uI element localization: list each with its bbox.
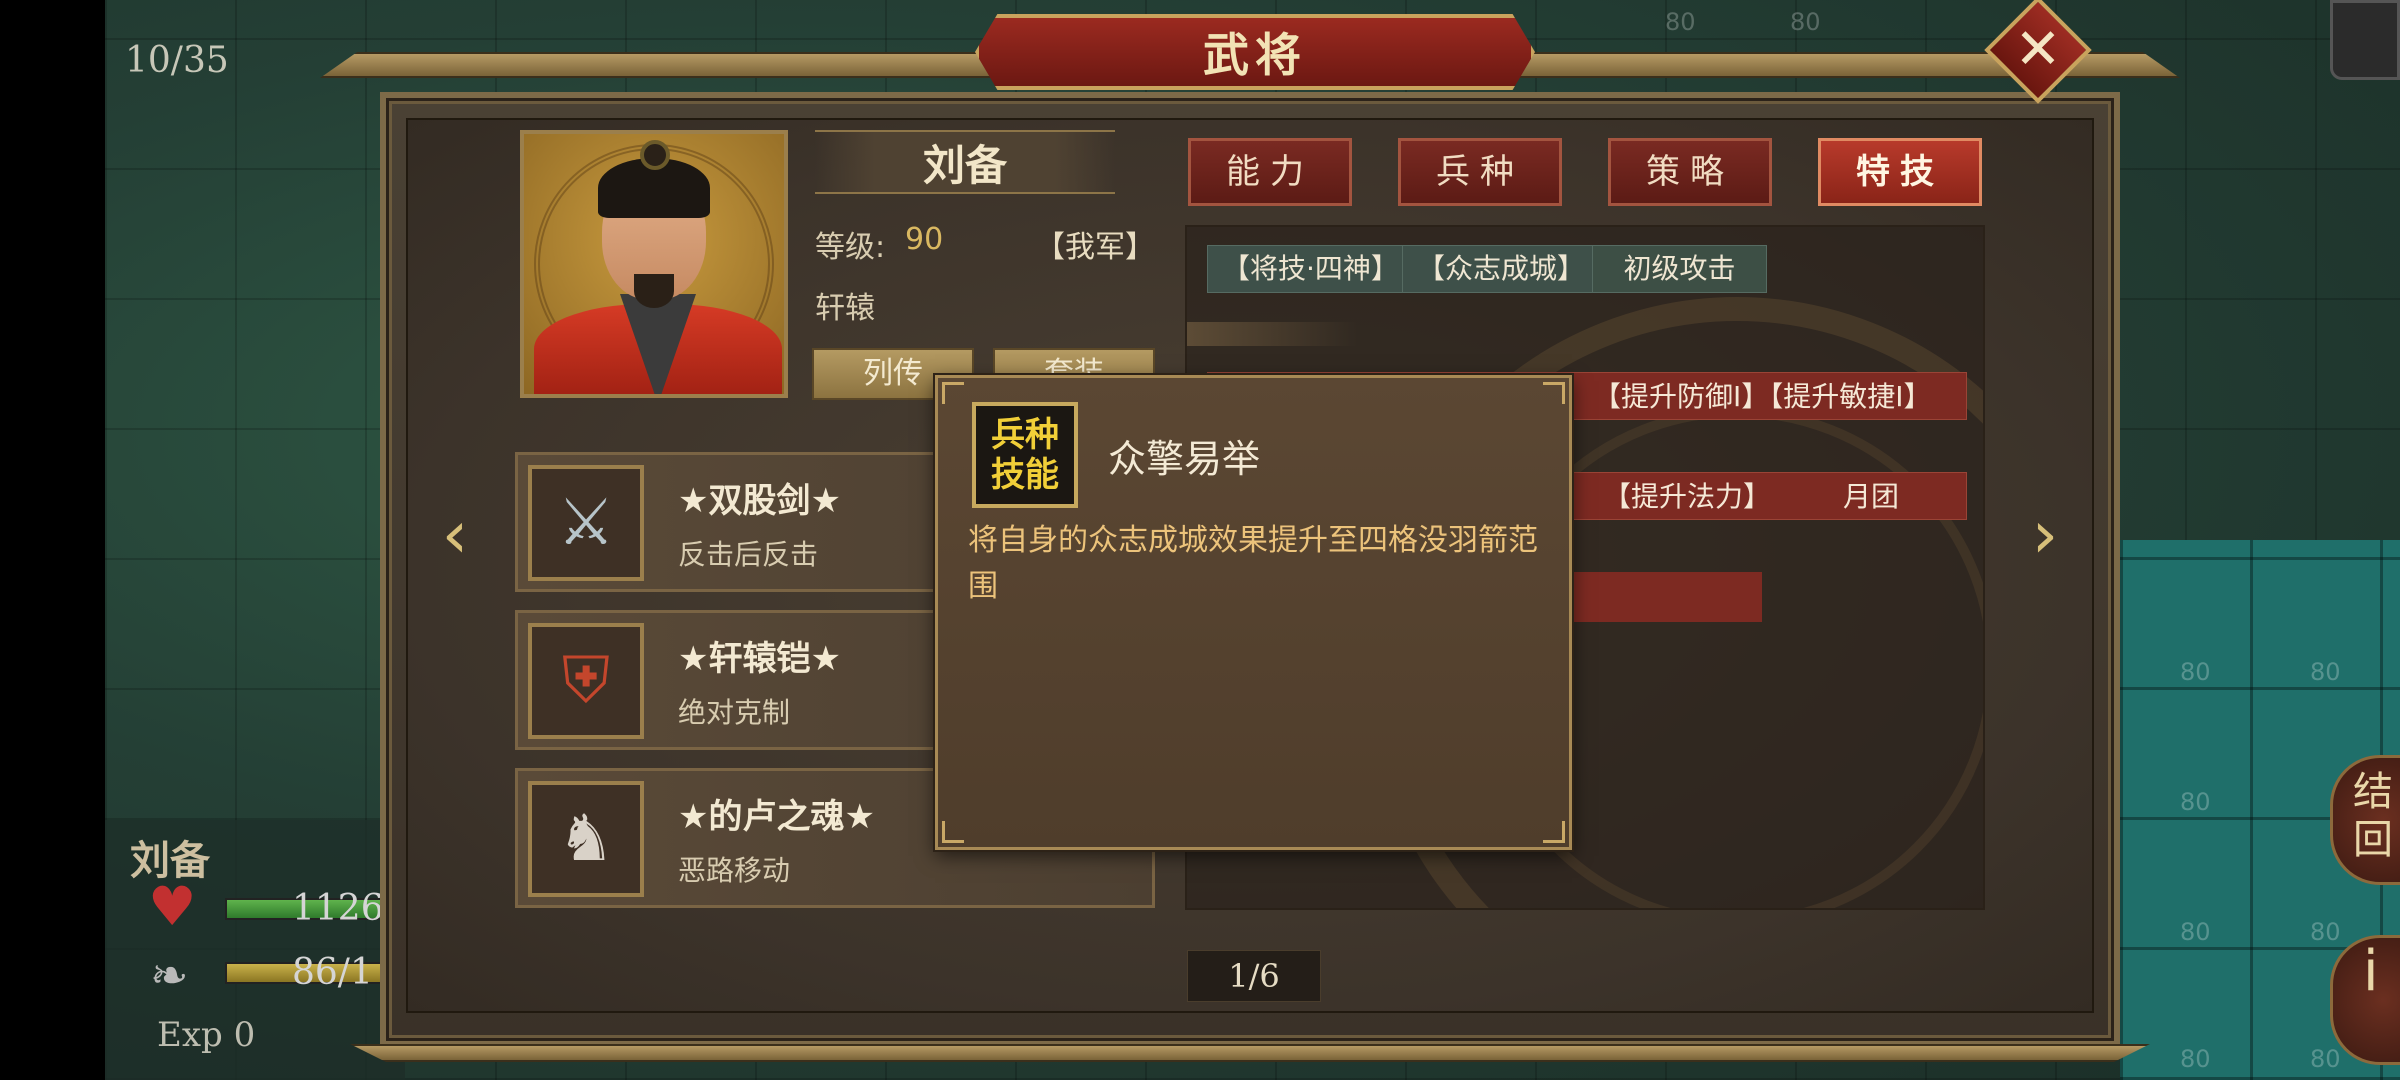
armor-icon: ⛨ [562,644,610,718]
section-divider [1187,322,1357,346]
equipment-icon-frame: ⛨ [528,623,644,739]
skill-chip[interactable]: 【将技·四神】 [1207,245,1414,293]
general-name-plate: 刘备 [815,130,1115,194]
buff-item: 【提升法力】 [1603,480,1772,513]
tile-value: 80 [1790,8,1821,36]
level-label: 等级: [815,230,886,265]
icon-text-line: 技能 [991,455,1059,495]
equipment-effect: 反击后反击 [678,538,819,571]
tile-value: 80 [2180,788,2211,816]
buff-item: 月团 [1843,480,1900,513]
tab-special-skill[interactable]: 特技 [1818,138,1982,206]
exp-value: Exp 0 [157,1015,256,1055]
close-icon[interactable]: ✕ [2000,12,2076,88]
tile-value: 80 [2180,658,2211,686]
unit-class: 轩辕 [815,291,875,326]
buff-list: 【提升防御Ⅰ】【提升敏捷Ⅰ】 [1593,380,1932,413]
general-portrait [520,130,788,398]
turn-counter: 10/35 [125,40,229,81]
equipment-icon-frame: ♞ [528,781,644,897]
buff-row [1542,572,1762,622]
skill-tooltip: 兵种 技能 众擎易举 将自身的众志成城效果提升至四格没羽箭范围 [935,375,1572,850]
equipment-effect: 恶路移动 [678,854,791,887]
tab-strategy[interactable]: 策略 [1608,138,1772,206]
tile-value: 80 [2180,1045,2211,1073]
tooltip-title: 众擎易举 [1108,437,1261,481]
page-indicator: 1/6 [1187,950,1321,1002]
tooltip-description: 将自身的众志成城效果提升至四格没羽箭范围 [968,523,1538,604]
sword-icon: ⚔ [557,486,615,560]
troop-skill-icon: 兵种 技能 [972,402,1078,508]
equipment-icon-frame: ⚔ [528,465,644,581]
end-turn-button[interactable]: 结 回 [2330,755,2400,885]
tile-value: 80 [2310,918,2341,946]
heart-icon: ♥ [148,875,197,938]
tab-ability[interactable]: 能力 [1188,138,1352,206]
dialog-bottom-rail [350,1044,2150,1062]
faction-tag: 【我军】 [1035,230,1155,265]
skill-chip[interactable]: 初级攻击 [1592,245,1767,293]
equipment-name: ★的卢之魂★ [678,797,875,837]
equipment-name: ★双股剑★ [678,481,841,521]
menu-corner-button[interactable] [2330,0,2400,80]
icon-text-line: 兵种 [991,415,1059,455]
equipment-effect: 绝对克制 [678,696,791,729]
tile-value: 80 [2310,1045,2341,1073]
hp-value: 1126 [292,888,384,929]
next-general-arrow-icon[interactable]: › [2020,500,2070,570]
general-name: 刘备 [922,140,1007,190]
dialog-title-banner: 武将 [975,14,1535,90]
level-value: 90 [905,222,944,257]
tile-value: 80 [2310,658,2341,686]
info-button[interactable]: i [2330,935,2400,1065]
mp-value: 86/1 [292,952,373,993]
feather-icon: ❧ [150,948,189,1002]
equipment-name: ★轩辕铠★ [678,639,841,679]
skill-chip[interactable]: 【众志成城】 [1402,245,1601,293]
tab-troop[interactable]: 兵种 [1398,138,1562,206]
previous-general-arrow-icon[interactable]: ‹ [430,500,480,570]
dialog-title: 武将 [1203,28,1307,82]
horse-icon: ♞ [557,802,615,876]
tile-value: 80 [2180,918,2211,946]
tile-value: 80 [1665,8,1696,36]
